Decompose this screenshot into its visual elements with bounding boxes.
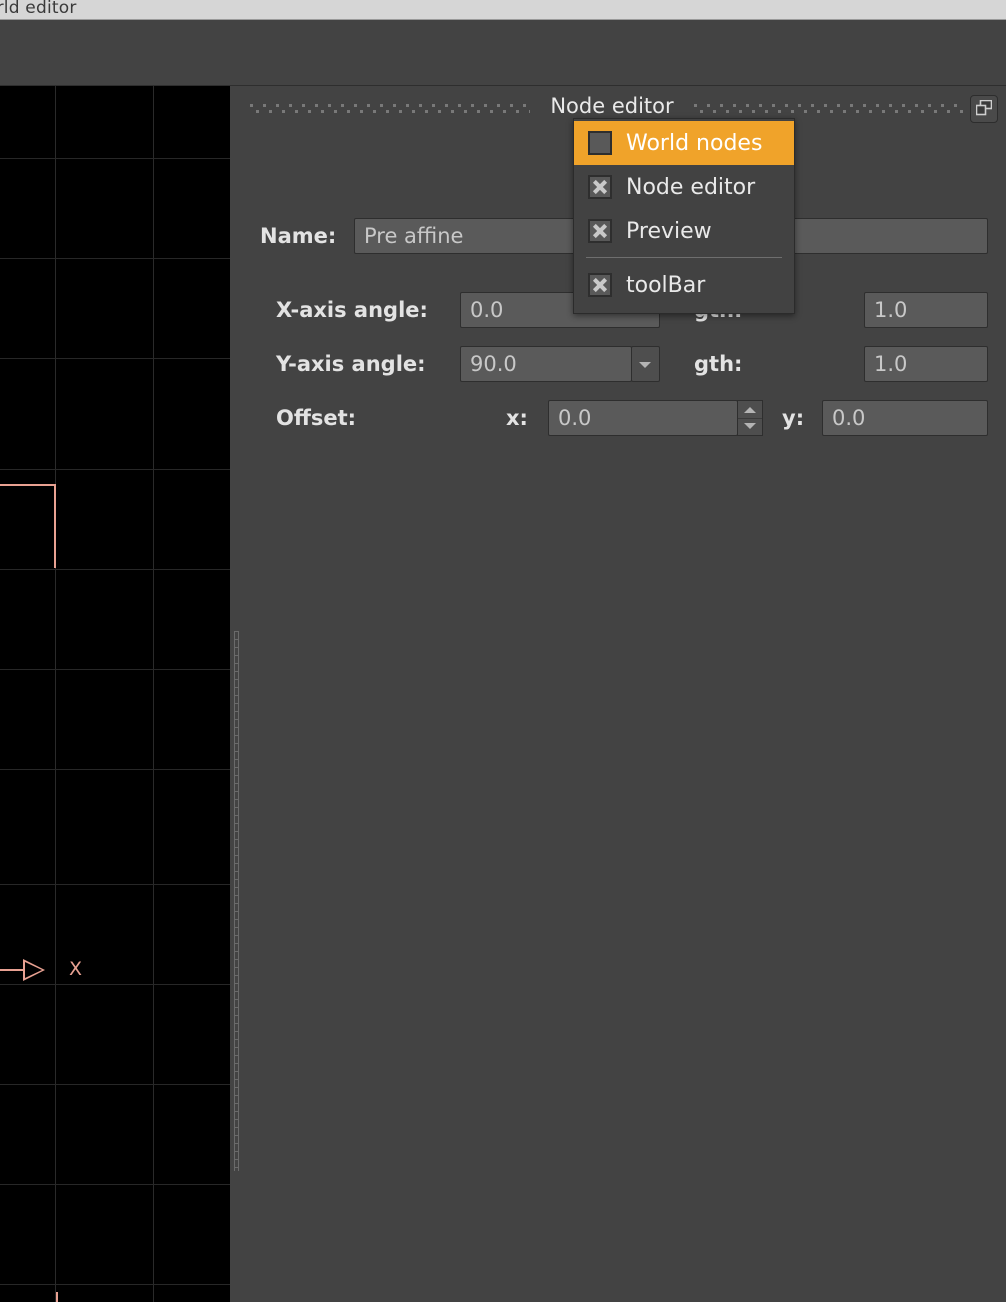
grid-line-horizontal <box>0 884 230 885</box>
panels-context-menu[interactable]: World nodes Node editor Preview toolBar <box>573 118 795 314</box>
float-window-icon <box>976 100 992 116</box>
menu-item-label: toolBar <box>626 272 706 298</box>
x-axis-length-input[interactable]: 1.0 <box>864 292 988 328</box>
y-axis-angle-label: Y-axis angle: <box>276 352 426 376</box>
grid-line-vertical <box>153 86 154 1302</box>
form-row-offset: Offset: x: 0.0 y: 0.0 <box>242 400 1006 438</box>
window-title: orld editor <box>0 0 77 18</box>
x-axis-arrow-icon <box>23 959 45 981</box>
offset-y-label: y: <box>782 406 805 430</box>
menu-separator <box>586 257 782 258</box>
checkbox-checked-icon[interactable] <box>588 175 612 199</box>
dock-grip-right-icon[interactable] <box>694 102 966 115</box>
grid-line-vertical <box>55 86 56 1302</box>
world-grid-canvas[interactable]: X <box>0 86 230 1302</box>
grid-line-horizontal <box>0 1284 230 1285</box>
checkbox-checked-icon[interactable] <box>588 273 612 297</box>
menu-item-preview[interactable]: Preview <box>574 209 794 253</box>
stepper-up-icon[interactable] <box>738 401 762 419</box>
app-toolbar <box>0 20 1006 86</box>
offset-y-input[interactable]: 0.0 <box>822 400 988 436</box>
grid-line-horizontal <box>0 1084 230 1085</box>
y-axis-angle-input[interactable]: 90.0 <box>460 346 632 382</box>
dock-title: Node editor <box>550 94 674 118</box>
menu-item-label: Preview <box>626 218 712 244</box>
y-axis-length-input[interactable]: 1.0 <box>864 346 988 382</box>
menu-item-node-editor[interactable]: Node editor <box>574 165 794 209</box>
offset-label: Offset: <box>276 406 357 430</box>
x-axis-label: X <box>69 958 83 980</box>
offset-x-input[interactable]: 0.0 <box>548 400 738 436</box>
grid-line-horizontal <box>0 669 230 670</box>
grid-line-horizontal <box>0 158 230 159</box>
grid-line-horizontal <box>0 358 230 359</box>
form-row-y-axis: Y-axis angle: 90.0 gth: 1.0 <box>242 346 1006 384</box>
x-axis-angle-label: X-axis angle: <box>276 298 428 322</box>
grid-line-horizontal <box>0 258 230 259</box>
checkbox-checked-icon[interactable] <box>588 219 612 243</box>
grid-line-horizontal <box>0 984 230 985</box>
menu-item-toolbar[interactable]: toolBar <box>574 263 794 307</box>
stepper-down-icon[interactable] <box>738 418 762 435</box>
axis-bracket-top <box>0 484 56 568</box>
menu-item-label: World nodes <box>626 130 763 156</box>
menu-item-world-nodes[interactable]: World nodes <box>574 121 794 165</box>
float-dock-button[interactable] <box>970 95 998 123</box>
dock-grip-left-icon[interactable] <box>250 102 530 115</box>
chevron-down-icon[interactable] <box>631 346 660 382</box>
grid-line-horizontal <box>0 769 230 770</box>
checkbox-unchecked-icon[interactable] <box>588 131 612 155</box>
offset-x-label: x: <box>506 406 528 430</box>
y-axis-length-label: gth: <box>694 352 743 376</box>
grid-line-horizontal <box>0 569 230 570</box>
menu-item-label: Node editor <box>626 174 756 200</box>
offset-x-stepper[interactable] <box>737 400 763 436</box>
grid-line-horizontal <box>0 1184 230 1185</box>
grid-line-horizontal <box>0 469 230 470</box>
axis-bracket-bottom <box>0 1292 58 1302</box>
name-label: Name: <box>260 224 337 248</box>
window-titlebar[interactable]: orld editor <box>0 0 1006 20</box>
pane-splitter[interactable] <box>230 86 242 1302</box>
splitter-grip-icon[interactable] <box>234 631 239 1171</box>
